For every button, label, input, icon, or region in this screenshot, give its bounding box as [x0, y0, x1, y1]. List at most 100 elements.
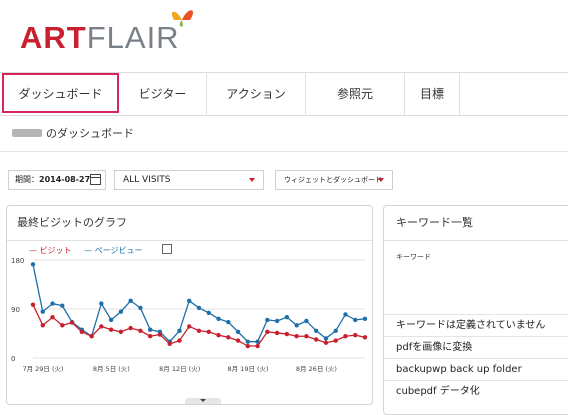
y-tick-label: 0 [11, 355, 15, 363]
visits-graph-widget: 最終ビジットのグラフ — ビジット — ページビュー 180 90 0 7月 29日 … [6, 205, 373, 405]
x-tick-label: 8月 5日 (火) [93, 365, 130, 373]
pageviews-line-point [50, 301, 55, 306]
pageviews-line-point [343, 312, 348, 317]
visits-line-point [274, 330, 280, 336]
widget-title: キーワード一覧 [384, 206, 568, 241]
pageviews-line-point [333, 328, 338, 333]
pageviews-line-point [235, 329, 241, 335]
visits-line-point [138, 328, 143, 333]
visits-line-point [89, 334, 94, 339]
pageviews-line-point [187, 298, 192, 304]
visits-line-point [362, 335, 368, 340]
pageviews-line-point [60, 303, 65, 308]
segment-select[interactable]: ALL VISITS [114, 170, 264, 190]
pageviews-line-point [40, 309, 45, 314]
visits-line-point [177, 338, 182, 343]
period-value: 2014-08-27 [39, 175, 91, 184]
keyword-row[interactable]: backupwp back up folder [384, 358, 568, 380]
tab-referrers[interactable]: 参照元 [306, 73, 405, 115]
tab-goals[interactable]: 目標 [405, 73, 460, 115]
visits-line-point [343, 334, 348, 339]
visits-line-point [284, 331, 290, 337]
widget-dashboard-menu[interactable]: ウィジェットとダッシュボード [275, 170, 393, 190]
pageviews-line-point [128, 298, 133, 304]
visits-line-point [128, 325, 133, 331]
pageviews-line-point [294, 323, 299, 328]
pageviews-line-point [147, 327, 153, 332]
keywords-widget: キーワード一覧 キーワード キーワードは定義されていません pdfを画像に変換 … [383, 205, 568, 415]
dashboard-header: のダッシュボード [0, 115, 568, 152]
visits-line-point [118, 329, 124, 335]
pageviews-line-point [138, 305, 143, 311]
pageviews-line-point [206, 310, 211, 316]
pageviews-line-point [362, 316, 368, 321]
visits-line-point [216, 332, 221, 338]
logo-text-art: ART [20, 20, 87, 55]
visits-line-point [50, 314, 55, 320]
tab-actions[interactable]: アクション [207, 73, 306, 115]
dashboard-title: のダッシュボード [46, 127, 134, 140]
chevron-down-icon [249, 178, 255, 182]
expand-handle[interactable] [185, 398, 221, 404]
keyword-row[interactable]: キーワードは定義されていません [384, 314, 568, 336]
chevron-down-icon [378, 178, 384, 182]
visits-line-point [304, 334, 309, 339]
pageviews-line-point [353, 317, 358, 323]
visits-line-point [108, 327, 114, 332]
pageviews-line-point [323, 336, 329, 341]
widget-title: 最終ビジットのグラフ [7, 206, 372, 241]
visits-line-point [226, 335, 231, 340]
pageviews-line-point [226, 319, 231, 325]
tab-visitors[interactable]: ビジター [119, 73, 207, 115]
visits-line-point [147, 334, 153, 339]
visits-line-point [196, 328, 202, 333]
visits-line-point [69, 320, 75, 325]
period-label: 期間： [15, 175, 39, 184]
visits-line-point [265, 329, 270, 335]
keyword-row[interactable]: pdfを画像に変換 [384, 336, 568, 358]
pageviews-line-point [216, 316, 221, 321]
visits-line-point [40, 323, 45, 328]
x-tick-label: 8月 26日 (火) [296, 365, 337, 373]
visits-line-point [99, 324, 104, 329]
pageviews-line-point [108, 317, 114, 323]
visits-line-point [245, 343, 251, 349]
x-tick-label: 7月 29日 (火) [22, 365, 63, 373]
visits-line-point [167, 341, 172, 347]
pageviews-line-point [245, 339, 251, 344]
visits-line-point [323, 340, 329, 345]
pageviews-line-point [99, 301, 104, 306]
period-selector[interactable]: 期間：2014-08-27 [8, 170, 106, 190]
artflair-logo[interactable]: ARTFLAIR [20, 10, 220, 56]
pageviews-line-point [177, 328, 182, 333]
butterfly-icon [171, 10, 193, 27]
visits-line-point [235, 338, 241, 343]
pageviews-line-point [284, 314, 290, 320]
x-tick-label: 8月 12日 (火) [159, 365, 200, 373]
calendar-icon[interactable] [90, 174, 101, 185]
visits-line-point [60, 323, 65, 328]
visits-line-point [255, 343, 260, 349]
tab-dashboard[interactable]: ダッシュボード [2, 73, 119, 113]
visits-line-point [206, 329, 211, 335]
pageviews-line-point [196, 305, 202, 311]
pageviews-line-point [304, 318, 309, 324]
visits-line-point [294, 334, 299, 339]
keyword-row[interactable]: cubepdf データ化 [384, 380, 568, 402]
widget-menu-label: ウィジェットとダッシュボード [284, 176, 382, 184]
x-tick-label: 8月 19日 (火) [227, 365, 268, 373]
visits-line-point [313, 337, 319, 342]
main-nav-tabs: ダッシュボード ビジター アクション 参照元 目標 [0, 72, 568, 116]
segment-value: ALL VISITS [123, 175, 171, 185]
visits-line-chart: 180 90 0 7月 29日 (火) 8月 5日 (火) 8月 12日 (火) 8月 19… [11, 257, 368, 373]
keyword-column-header: キーワード [396, 253, 431, 261]
y-tick-label: 180 [11, 257, 24, 265]
visits-line-point [353, 332, 358, 338]
visits-line-point [79, 329, 85, 335]
pageviews-line-point [274, 318, 280, 324]
pageviews-line-point [30, 262, 36, 267]
redacted-site-name [12, 129, 42, 137]
visits-line-point [187, 324, 192, 329]
visits-line-point [157, 332, 163, 337]
pageviews-line-point [118, 309, 124, 314]
